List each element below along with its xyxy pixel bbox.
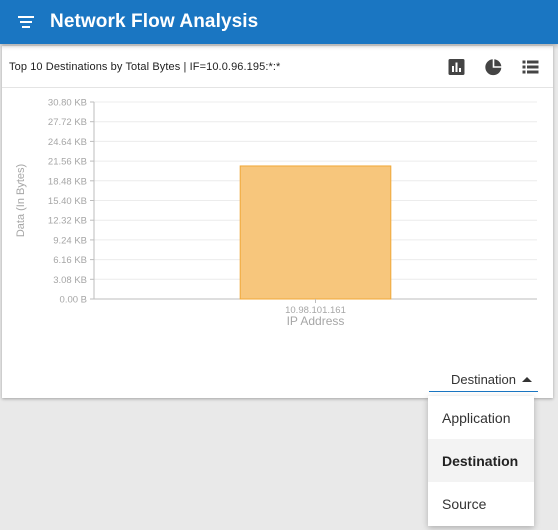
y-tick-label: 12.32 KB [48, 216, 87, 227]
y-tick-label: 18.48 KB [48, 176, 87, 187]
menu-item-destination[interactable]: Destination [428, 439, 534, 482]
y-tick-label: 27.72 KB [48, 117, 87, 128]
bar-chart: 0.00 B 3.08 KB 6.16 KB 9.24 KB 12.32 KB 15.40… [2, 89, 553, 349]
y-tick-label: 21.56 KB [48, 157, 87, 168]
bar-chart-svg: 0.00 B 3.08 KB 6.16 KB 9.24 KB 12.32 KB 15.40… [15, 98, 537, 328]
list-icon[interactable] [521, 58, 540, 76]
dropdown-menu: Application Destination Source [428, 396, 534, 526]
app-bar: Network Flow Analysis [0, 0, 558, 44]
y-tick-label: 9.24 KB [53, 235, 87, 246]
group-by-dropdown[interactable]: Destination [429, 368, 538, 392]
y-tick-label: 24.64 KB [48, 137, 87, 148]
y-tick-label: 0.00 B [60, 295, 87, 306]
y-tick-label: 15.40 KB [48, 196, 87, 207]
bar [239, 165, 392, 300]
y-axis-label: Data (In Bytes) [15, 164, 27, 237]
y-tick-label: 6.16 KB [53, 255, 87, 266]
pie-chart-icon[interactable] [484, 58, 503, 76]
app-title: Network Flow Analysis [50, 11, 259, 32]
caret-up-icon [522, 377, 532, 382]
menu-item-application[interactable]: Application [428, 396, 534, 439]
y-tick-label: 30.80 KB [48, 98, 87, 109]
chart-card: Top 10 Destinations by Total Bytes | IF=… [2, 46, 553, 398]
y-tick-label: 3.08 KB [53, 275, 87, 286]
x-axis-label: IP Address [287, 314, 345, 328]
card-title: Top 10 Destinations by Total Bytes | IF=… [9, 60, 281, 73]
dropdown-value: Destination [450, 372, 516, 387]
menu-item-source[interactable]: Source [428, 482, 534, 525]
card-header: Top 10 Destinations by Total Bytes | IF=… [2, 46, 553, 88]
filter-menu-icon[interactable] [18, 14, 38, 30]
bar-chart-icon[interactable] [447, 58, 466, 76]
